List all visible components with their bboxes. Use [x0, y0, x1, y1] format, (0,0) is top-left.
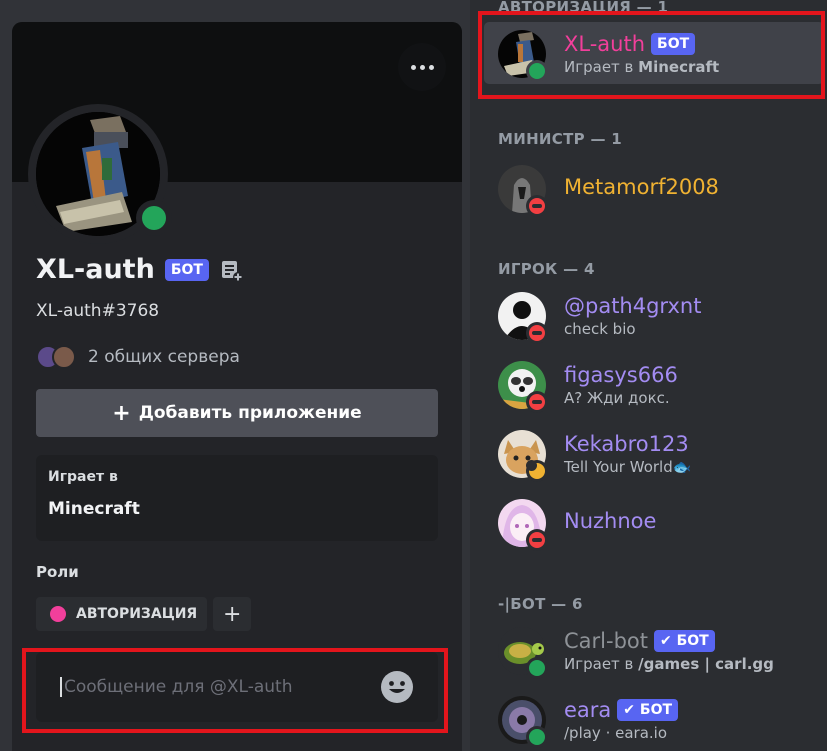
online-status-icon — [526, 657, 548, 679]
member-status-text: А? Жди докс. — [564, 389, 670, 407]
member-activity: Играет в /games | carl.gg — [564, 655, 774, 673]
member-name: Carl-bot — [564, 629, 648, 653]
member-name: eara — [564, 698, 612, 722]
bot-badge: БОТ — [164, 258, 209, 281]
roles-title: Роли — [36, 563, 79, 581]
member-name: Metamorf2008 — [564, 175, 719, 199]
role-color-dot — [50, 606, 66, 622]
user-profile-popout: XL-auth БОТ XL-auth#3768 2 общих сервера… — [12, 22, 462, 751]
member-item[interactable]: eara ✔ БОТ /play · eara.io — [484, 688, 824, 750]
member-item[interactable]: Nuzhnoe — [484, 491, 824, 553]
member-item[interactable]: figasys666 А? Жди докс. — [484, 353, 824, 415]
plus-icon: + — [112, 400, 131, 426]
member-name: Nuzhnoe — [564, 509, 657, 533]
member-list: АВТОРИЗАЦИЯ — 1 XL-auth БОТ Играет в Min… — [470, 0, 827, 751]
dnd-status-icon — [526, 195, 548, 217]
role-pill[interactable]: АВТОРИЗАЦИЯ — [36, 597, 208, 631]
add-app-label: Добавить приложение — [138, 403, 362, 423]
mutual-servers-label: 2 общих сервера — [88, 347, 240, 367]
profile-username: XL-auth — [36, 254, 155, 285]
member-status-text: /play · eara.io — [564, 724, 668, 742]
activity-title: Играет в — [48, 469, 118, 485]
member-item[interactable]: @path4grxnt check bio — [484, 284, 824, 346]
idle-status-icon — [526, 460, 548, 482]
highlight-message-box — [22, 648, 448, 733]
member-name: figasys666 — [564, 363, 678, 387]
profile-avatar[interactable] — [28, 104, 172, 244]
activity-game: Minecraft — [48, 499, 140, 519]
member-status-text: Tell Your World🐟 — [564, 458, 692, 476]
add-app-button[interactable]: + Добавить приложение — [36, 389, 438, 437]
dnd-status-icon — [526, 529, 548, 551]
member-name: Kekabro123 — [564, 432, 689, 456]
verified-bot-badge: ✔ БОТ — [617, 699, 679, 721]
member-status-text: check bio — [564, 320, 636, 338]
dnd-status-icon — [526, 322, 548, 344]
member-item[interactable]: Metamorf2008 — [484, 157, 824, 219]
add-note-icon[interactable] — [219, 258, 243, 282]
member-name: @path4grxnt — [564, 294, 702, 318]
section-header: -|БОТ — 6 — [498, 595, 583, 613]
member-item[interactable]: Carl-bot ✔ БОТ Играет в /games | carl.gg — [484, 619, 824, 681]
member-item[interactable]: Kekabro123 Tell Your World🐟 — [484, 422, 824, 484]
section-header: МИНИСТР — 1 — [498, 130, 623, 148]
role-name: АВТОРИЗАЦИЯ — [76, 606, 198, 622]
verified-bot-badge: ✔ БОТ — [654, 630, 715, 652]
mutual-server-icons — [36, 345, 82, 369]
mutual-servers-link[interactable]: 2 общих сервера — [36, 345, 240, 369]
online-status-icon — [526, 726, 548, 748]
activity-card: Играет в Minecraft — [36, 455, 438, 541]
user-tag: XL-auth#3768 — [36, 301, 160, 321]
online-status-indicator — [136, 200, 172, 236]
section-header: ИГРОК — 4 — [498, 260, 595, 278]
more-options-button[interactable] — [398, 43, 446, 91]
fish-emoji-icon: 🐟 — [672, 458, 692, 476]
add-role-button[interactable]: + — [213, 597, 252, 631]
highlight-member-xl-auth — [478, 11, 825, 99]
dnd-status-icon — [526, 391, 548, 413]
